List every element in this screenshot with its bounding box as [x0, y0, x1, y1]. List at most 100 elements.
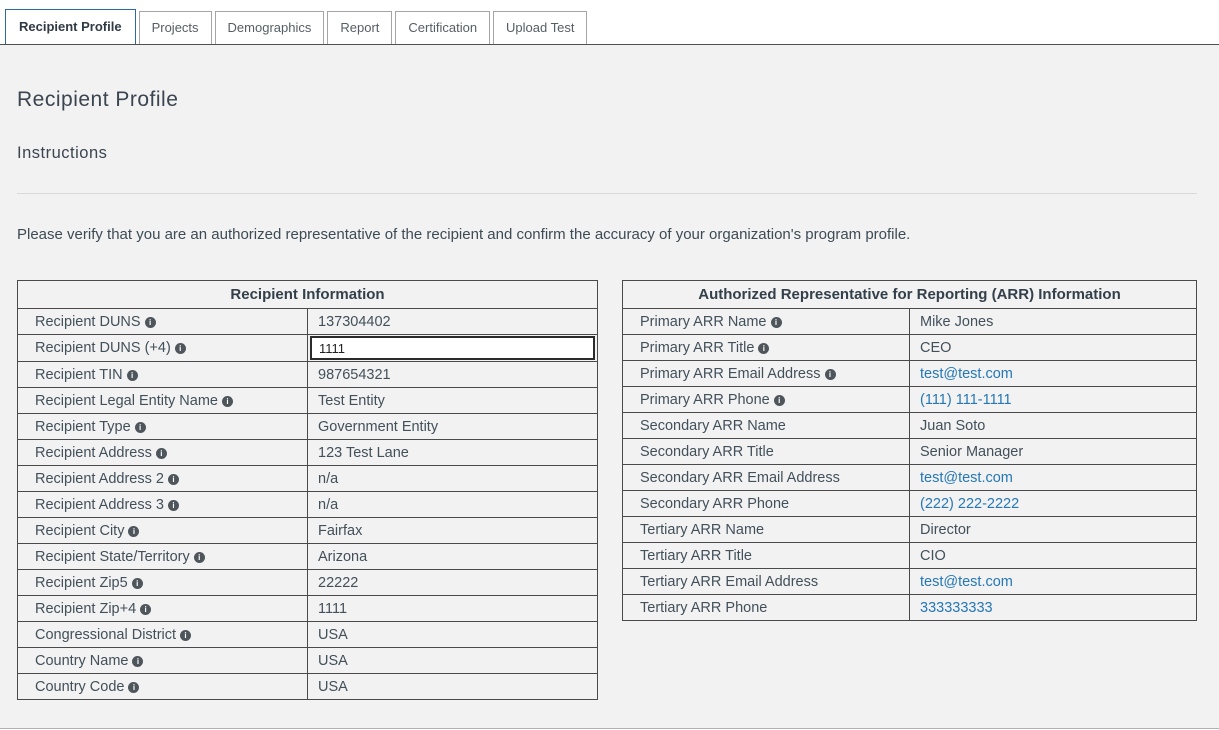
- tables-container: Recipient Information Recipient DUNSi137…: [17, 280, 1197, 700]
- info-icon[interactable]: i: [771, 317, 782, 328]
- tab-demographics[interactable]: Demographics: [215, 11, 325, 44]
- tab-upload-test[interactable]: Upload Test: [493, 11, 587, 44]
- info-icon[interactable]: i: [128, 526, 139, 537]
- phone-link[interactable]: (111) 111-1111: [920, 392, 1012, 408]
- row-label-text: Tertiary ARR Name: [640, 522, 764, 538]
- table-row: Recipient Address 2in/a: [18, 466, 598, 492]
- row-label-text: Tertiary ARR Title: [640, 548, 752, 564]
- info-icon[interactable]: i: [175, 343, 186, 354]
- email-link[interactable]: test@test.com: [920, 366, 1013, 382]
- table-row: Primary ARR Email Address i test@test.com: [623, 361, 1197, 387]
- row-value: test@test.com: [910, 569, 1197, 595]
- row-value: n/a: [308, 466, 598, 492]
- table-row: Recipient Address i 123 Test Lane: [18, 440, 598, 466]
- instructions-text: Please verify that you are an authorized…: [17, 226, 1197, 243]
- row-label: Recipient Address 2i: [18, 466, 308, 492]
- table-row: Secondary ARR TitleSenior Manager: [623, 439, 1197, 465]
- info-icon[interactable]: i: [145, 317, 156, 328]
- info-icon[interactable]: i: [194, 552, 205, 563]
- table-row: Secondary ARR Phone (222) 222-2222: [623, 491, 1197, 517]
- info-icon[interactable]: i: [132, 578, 143, 589]
- row-label-text: Congressional District: [35, 627, 176, 643]
- email-link[interactable]: test@test.com: [920, 574, 1013, 590]
- info-icon[interactable]: i: [758, 343, 769, 354]
- recipient-duns4-input[interactable]: [310, 336, 595, 360]
- table-row: Primary ARR Phonei(111) 111-1111: [623, 387, 1197, 413]
- tab-certification[interactable]: Certification: [395, 11, 490, 44]
- info-icon[interactable]: i: [135, 422, 146, 433]
- tab-report[interactable]: Report: [327, 11, 392, 44]
- info-icon[interactable]: i: [140, 604, 151, 615]
- table-row: Tertiary ARR Phone 333333333: [623, 595, 1197, 621]
- info-icon[interactable]: i: [128, 682, 139, 693]
- page-content: Recipient Profile Instructions Please ve…: [0, 45, 1219, 729]
- row-label: Secondary ARR Title: [623, 439, 910, 465]
- row-label-text: Recipient Zip5: [35, 575, 128, 591]
- row-label-text: Primary ARR Name: [640, 314, 767, 330]
- row-value: [308, 335, 598, 362]
- row-label: Primary ARR Title i: [623, 335, 910, 361]
- table-row: Recipient Address 3in/a: [18, 492, 598, 518]
- row-value: Mike Jones: [910, 309, 1197, 335]
- row-label-text: Secondary ARR Email Address: [640, 470, 840, 486]
- row-value: CIO: [910, 543, 1197, 569]
- row-label: Recipient DUNS (+4)i: [18, 335, 308, 362]
- row-label: Recipient State/Territoryi: [18, 544, 308, 570]
- tab-bar: Recipient ProfileProjectsDemographicsRep…: [0, 0, 1219, 45]
- row-label-text: Primary ARR Title: [640, 340, 754, 356]
- row-value: Test Entity: [308, 388, 598, 414]
- phone-link[interactable]: 333333333: [920, 600, 993, 616]
- row-label: Tertiary ARR Phone: [623, 595, 910, 621]
- table-row: Secondary ARR NameJuan Soto: [623, 413, 1197, 439]
- table-row: Congressional DistrictiUSA: [18, 622, 598, 648]
- row-value: Juan Soto: [910, 413, 1197, 439]
- row-label-text: Recipient Address 3: [35, 497, 164, 513]
- row-value: Government Entity: [308, 414, 598, 440]
- row-label: Secondary ARR Name: [623, 413, 910, 439]
- arr-table-header: Authorized Representative for Reporting …: [623, 281, 1197, 309]
- row-label: Recipient Cityi: [18, 518, 308, 544]
- arr-information-table: Authorized Representative for Reporting …: [622, 280, 1197, 621]
- recipient-information-table: Recipient Information Recipient DUNSi137…: [17, 280, 598, 700]
- row-label-text: Recipient DUNS: [35, 314, 141, 330]
- info-icon[interactable]: i: [222, 396, 233, 407]
- row-value: (222) 222-2222: [910, 491, 1197, 517]
- email-link[interactable]: test@test.com: [920, 470, 1013, 486]
- row-label: Secondary ARR Phone: [623, 491, 910, 517]
- row-label: Recipient Legal Entity Name i: [18, 388, 308, 414]
- row-value: Arizona: [308, 544, 598, 570]
- info-icon[interactable]: i: [168, 500, 179, 511]
- row-value: CEO: [910, 335, 1197, 361]
- row-label: Recipient Zip5 i: [18, 570, 308, 596]
- row-label-text: Recipient Legal Entity Name: [35, 393, 218, 409]
- row-label: Recipient TINi: [18, 362, 308, 388]
- row-label-text: Recipient Zip+4: [35, 601, 136, 617]
- table-row: Recipient State/TerritoryiArizona: [18, 544, 598, 570]
- row-label-text: Recipient Address: [35, 445, 152, 461]
- row-value: Director: [910, 517, 1197, 543]
- info-icon[interactable]: i: [825, 369, 836, 380]
- table-row: Primary ARR Title i CEO: [623, 335, 1197, 361]
- info-icon[interactable]: i: [132, 656, 143, 667]
- phone-link[interactable]: (222) 222-2222: [920, 496, 1019, 512]
- info-icon[interactable]: i: [156, 448, 167, 459]
- tab-projects[interactable]: Projects: [139, 11, 212, 44]
- row-value: 123 Test Lane: [308, 440, 598, 466]
- row-value: USA: [308, 648, 598, 674]
- row-value: Fairfax: [308, 518, 598, 544]
- info-icon[interactable]: i: [180, 630, 191, 641]
- row-value: test@test.com: [910, 361, 1197, 387]
- row-value: 22222: [308, 570, 598, 596]
- row-label-text: Country Code: [35, 679, 124, 695]
- info-icon[interactable]: i: [127, 370, 138, 381]
- divider: [17, 193, 1197, 194]
- row-label-text: Primary ARR Email Address: [640, 366, 821, 382]
- info-icon[interactable]: i: [168, 474, 179, 485]
- row-label: Tertiary ARR Email Address: [623, 569, 910, 595]
- info-icon[interactable]: i: [774, 395, 785, 406]
- table-row: Recipient CityiFairfax: [18, 518, 598, 544]
- tab-recipient-profile[interactable]: Recipient Profile: [5, 9, 136, 44]
- table-row: Country NameiUSA: [18, 648, 598, 674]
- table-row: Recipient TINi987654321: [18, 362, 598, 388]
- row-label: Tertiary ARR Title: [623, 543, 910, 569]
